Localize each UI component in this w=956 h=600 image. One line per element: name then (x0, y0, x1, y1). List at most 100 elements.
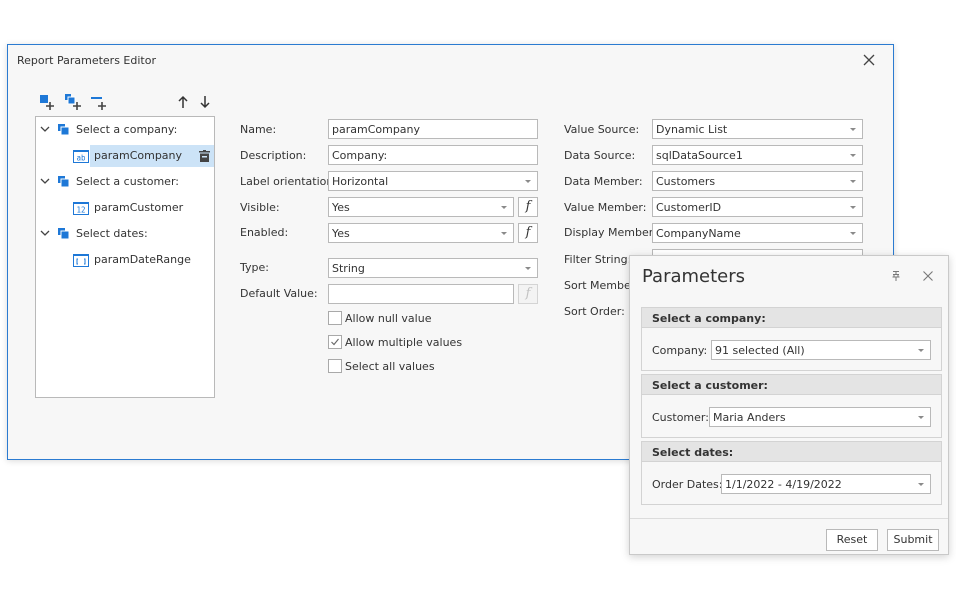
tree-group-customer[interactable]: Select a customer: (36, 171, 214, 193)
group-header: Select a company: (642, 308, 941, 328)
delete-icon[interactable] (199, 150, 210, 162)
default-value-input[interactable] (328, 284, 514, 304)
tree-item-paramdaterange[interactable]: paramDateRange (36, 249, 214, 271)
name-label: Name: (240, 123, 277, 136)
tree-group-company[interactable]: Select a company: (36, 119, 214, 141)
string-type-icon: ab (73, 150, 89, 163)
data-member-value: Customers (656, 175, 716, 188)
enabled-value: Yes (332, 227, 350, 240)
tree-item-label: paramCompany (94, 149, 183, 162)
dropdown-arrow-icon (501, 206, 507, 209)
dropdown-arrow-icon (918, 416, 924, 419)
data-source-label: Data Source: (564, 149, 636, 162)
date-range-type-icon (73, 254, 89, 267)
dropdown-arrow-icon (850, 206, 856, 209)
add-parameter-icon[interactable] (38, 93, 56, 111)
footer-divider (630, 518, 948, 519)
dropdown-arrow-icon (850, 180, 856, 183)
sort-order-label: Sort Order: (564, 305, 625, 318)
allow-null-checkbox[interactable] (328, 311, 342, 325)
dialog-title: Report Parameters Editor (17, 54, 156, 67)
dropdown-arrow-icon (850, 128, 856, 131)
type-value: String (332, 262, 365, 275)
order-dates-value: 1/1/2022 - 4/19/2022 (725, 478, 842, 491)
add-group-icon[interactable] (64, 93, 82, 111)
visible-value: Yes (332, 201, 350, 214)
display-member-value: CompanyName (656, 227, 741, 240)
select-all-checkbox[interactable] (328, 359, 342, 373)
display-member-select[interactable]: CompanyName (652, 223, 863, 243)
reset-button[interactable]: Reset (826, 529, 878, 551)
pin-icon[interactable] (890, 270, 902, 282)
visible-select[interactable]: Yes (328, 197, 514, 217)
display-member-label: Display Member: (564, 226, 657, 239)
parameter-group-customer: Select a customer: Customer: Maria Ander… (641, 374, 942, 438)
name-input[interactable]: paramCompany (328, 119, 538, 139)
tree-item-label: paramDateRange (94, 253, 191, 266)
allow-multiple-checkbox[interactable] (328, 335, 342, 349)
data-source-value: sqlDataSource1 (656, 149, 743, 162)
allow-multiple-label: Allow multiple values (345, 336, 463, 349)
dropdown-arrow-icon (525, 180, 531, 183)
group-icon (58, 176, 70, 188)
visible-label: Visible: (240, 201, 280, 214)
select-all-label: Select all values (345, 360, 435, 373)
customer-value: Maria Anders (713, 411, 786, 424)
value-member-label: Value Member: (564, 201, 647, 214)
number-type-icon: 12 (73, 202, 89, 215)
checkmark-icon (331, 338, 339, 346)
sort-member-label: Sort Member: (564, 279, 639, 292)
label-orientation-select[interactable]: Horizontal (328, 171, 538, 191)
parameters-panel: Parameters Select a company: Company: 91… (629, 255, 949, 555)
dropdown-arrow-icon (918, 483, 924, 486)
value-source-label: Value Source: (564, 123, 640, 136)
type-select[interactable]: String (328, 258, 538, 278)
company-label: Company: (652, 344, 708, 357)
default-value-label: Default Value: (240, 287, 318, 300)
chevron-down-icon[interactable] (40, 228, 50, 238)
tree-item-label: Select a company: (76, 123, 178, 136)
group-icon (58, 228, 70, 240)
tree-item-label: Select a customer: (76, 175, 179, 188)
close-icon[interactable] (922, 270, 934, 282)
dropdown-arrow-icon (918, 349, 924, 352)
description-value: Company: (332, 149, 388, 162)
visible-expression-button[interactable]: f (518, 197, 538, 217)
label-orientation-label: Label orientation: (240, 175, 338, 188)
description-input[interactable]: Company: (328, 145, 538, 165)
group-header: Select dates: (642, 442, 941, 462)
parameters-tree[interactable]: Select a company: ab paramCompany Select… (35, 116, 215, 398)
allow-null-label: Allow null value (345, 312, 432, 325)
move-up-icon[interactable] (174, 93, 192, 111)
data-member-label: Data Member: (564, 175, 643, 188)
group-header: Select a customer: (642, 375, 941, 395)
customer-select[interactable]: Maria Anders (709, 407, 931, 427)
enabled-select[interactable]: Yes (328, 223, 514, 243)
value-member-select[interactable]: CustomerID (652, 197, 863, 217)
company-select[interactable]: 91 selected (All) (711, 340, 931, 360)
add-separator-icon[interactable] (90, 93, 108, 111)
order-dates-label: Order Dates: (652, 478, 723, 491)
enabled-label: Enabled: (240, 226, 289, 239)
submit-button[interactable]: Submit (887, 529, 939, 551)
company-value: 91 selected (All) (715, 344, 805, 357)
parameter-group-dates: Select dates: Order Dates: 1/1/2022 - 4/… (641, 441, 942, 505)
chevron-down-icon[interactable] (40, 124, 50, 134)
value-source-select[interactable]: Dynamic List (652, 119, 863, 139)
data-member-select[interactable]: Customers (652, 171, 863, 191)
customer-label: Customer: (652, 411, 709, 424)
name-value: paramCompany (332, 123, 421, 136)
type-label: Type: (240, 261, 269, 274)
tree-group-dates[interactable]: Select dates: (36, 223, 214, 245)
default-value-expression-button[interactable]: f (518, 284, 538, 304)
enabled-expression-button[interactable]: f (518, 223, 538, 243)
order-dates-select[interactable]: 1/1/2022 - 4/19/2022 (721, 474, 931, 494)
tree-item-paramcompany[interactable]: ab paramCompany (36, 145, 214, 167)
tree-item-label: paramCustomer (94, 201, 184, 214)
move-down-icon[interactable] (196, 93, 214, 111)
tree-item-paramcustomer[interactable]: 12 paramCustomer (36, 197, 214, 219)
data-source-select[interactable]: sqlDataSource1 (652, 145, 863, 165)
chevron-down-icon[interactable] (40, 176, 50, 186)
dropdown-arrow-icon (525, 267, 531, 270)
close-icon[interactable] (860, 51, 878, 69)
